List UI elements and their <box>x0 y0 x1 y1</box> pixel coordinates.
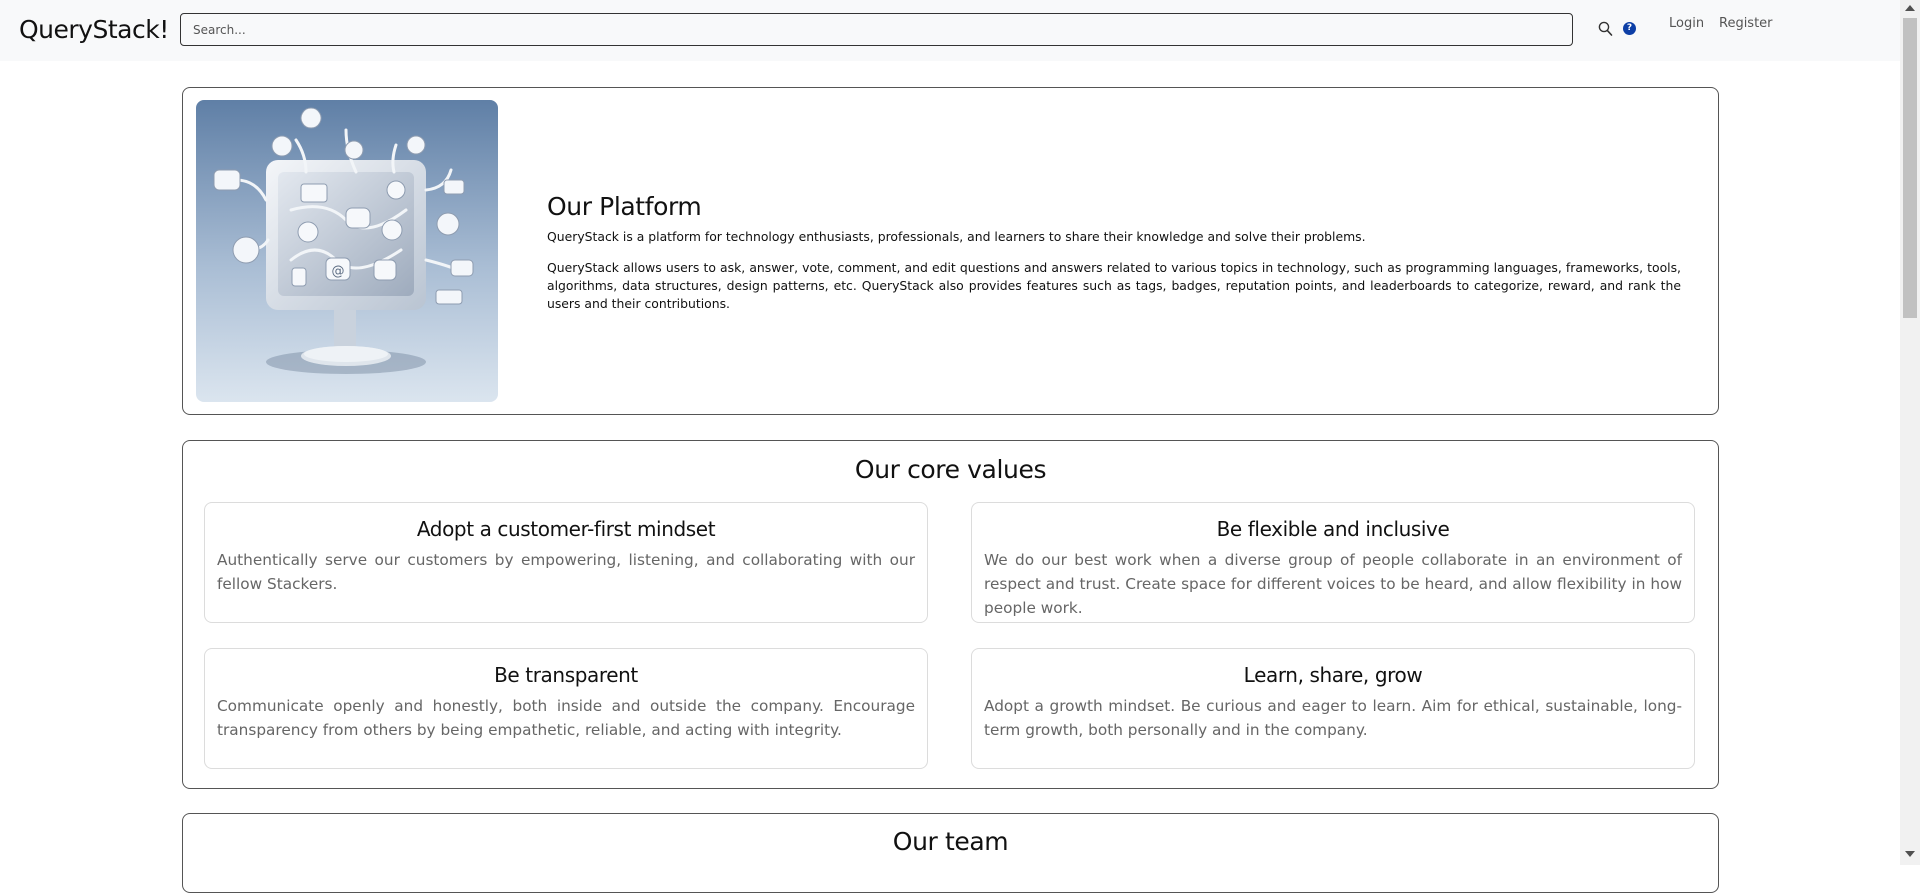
chevron-down-icon[interactable] <box>1905 851 1915 857</box>
svg-text:@: @ <box>332 264 345 279</box>
value-card: Adopt a customer-first mindset Authentic… <box>204 502 928 623</box>
platform-card: @ Our Platform QueryStack is a platform … <box>182 87 1719 415</box>
search-input[interactable] <box>180 13 1573 46</box>
page-scrollbar[interactable] <box>1900 0 1920 865</box>
team-card: Our team <box>182 813 1719 893</box>
login-link[interactable]: Login <box>1669 16 1704 31</box>
platform-intro: QueryStack is a platform for technology … <box>547 229 1366 244</box>
platform-illustration: @ <box>196 100 498 402</box>
value-title: Be transparent <box>494 663 638 687</box>
brand-logo[interactable]: QueryStack! <box>19 15 169 44</box>
value-card: Learn, share, grow Adopt a growth mindse… <box>971 648 1695 769</box>
chevron-up-icon[interactable] <box>1905 5 1915 11</box>
value-title: Be flexible and inclusive <box>1216 517 1450 541</box>
value-description: We do our best work when a diverse group… <box>984 551 1682 617</box>
navbar: QueryStack! ? Login Register <box>0 0 1900 61</box>
value-description: Adopt a growth mindset. Be curious and e… <box>984 697 1682 739</box>
core-values-card: Our core values Adopt a customer-first m… <box>182 440 1719 789</box>
value-card: Be flexible and inclusive We do our best… <box>971 502 1695 623</box>
team-title: Our team <box>892 827 1009 856</box>
value-title: Adopt a customer-first mindset <box>416 517 716 541</box>
value-description: Communicate openly and honestly, both in… <box>217 697 915 739</box>
register-link[interactable]: Register <box>1719 16 1773 31</box>
core-values-title: Our core values <box>854 455 1047 484</box>
value-card: Be transparent Communicate openly and ho… <box>204 648 928 769</box>
platform-description: QueryStack allows users to ask, answer, … <box>547 260 1681 311</box>
value-description: Authentically serve our customers by emp… <box>217 551 915 593</box>
help-icon[interactable]: ? <box>1623 22 1636 35</box>
search-icon[interactable] <box>1598 21 1613 37</box>
scrollbar-thumb[interactable] <box>1903 18 1917 318</box>
platform-title: Our Platform <box>547 192 702 221</box>
value-title: Learn, share, grow <box>1243 663 1423 687</box>
platform-text: Our Platform QueryStack is a platform fo… <box>547 192 1681 326</box>
